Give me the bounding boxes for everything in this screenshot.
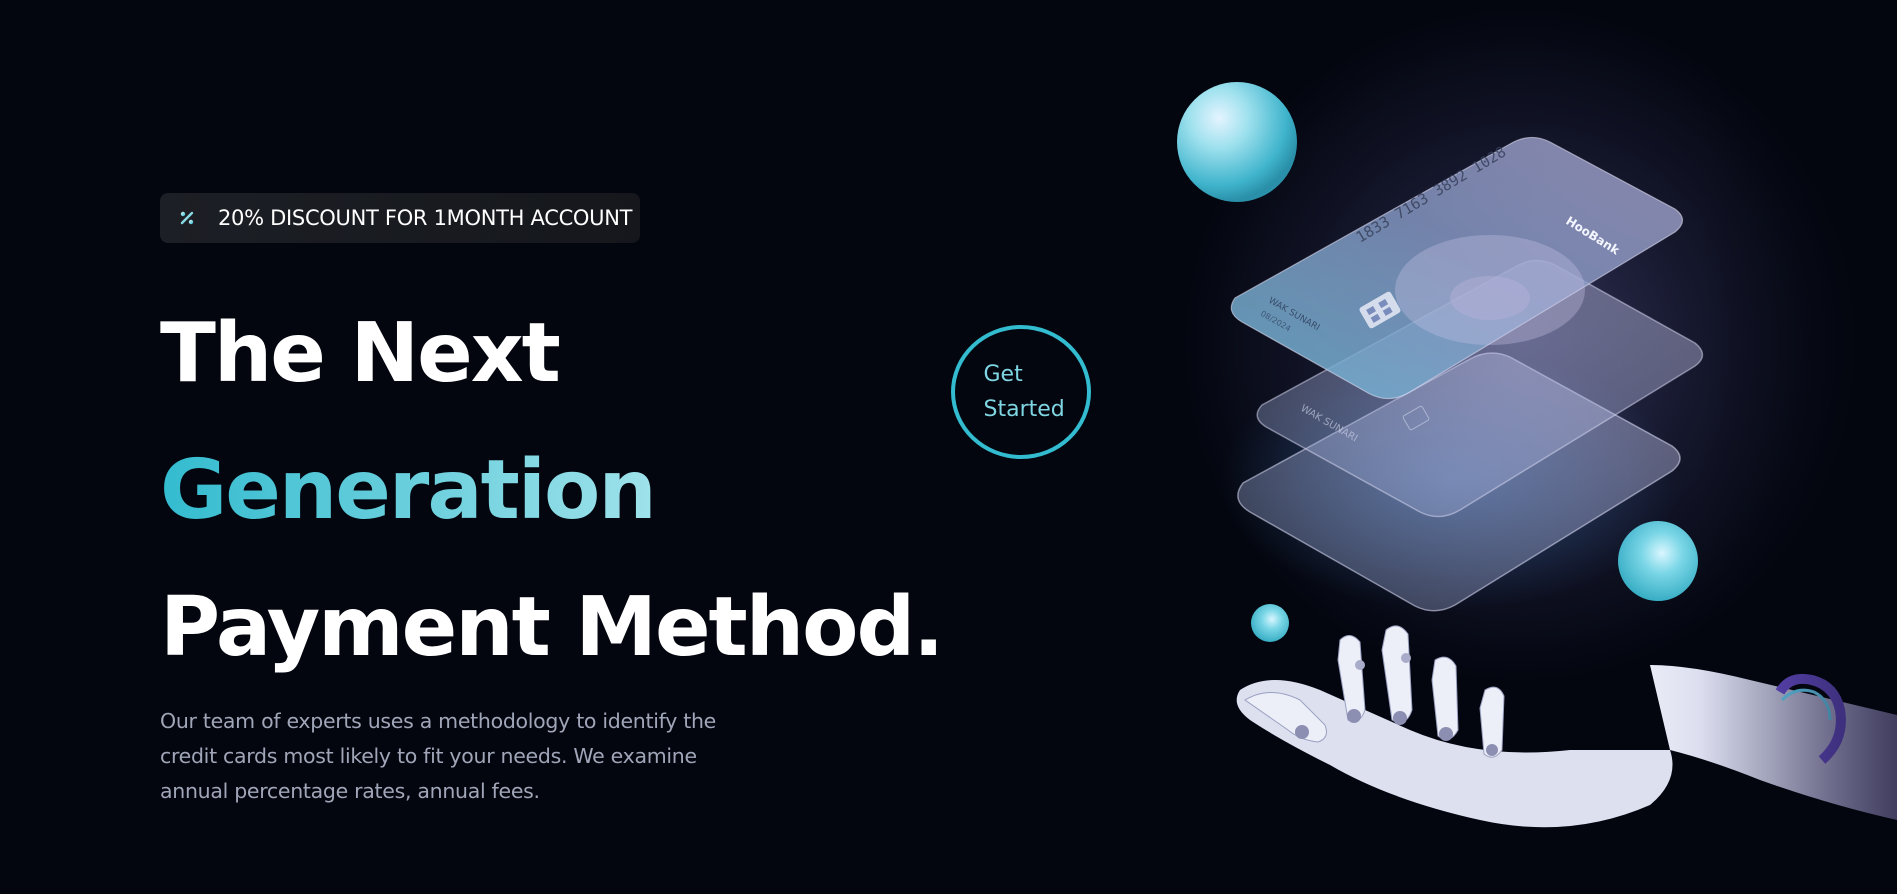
get-started-label: Get Started [983,362,1065,422]
hero-description: Our team of experts uses a methodology t… [160,709,716,803]
sphere-large [1177,82,1297,202]
discount-text: 20% DISCOUNT FOR 1MONTH ACCOUNT [218,206,633,230]
page: 20% DISCOUNT FOR 1MONTH ACCOUNT The Next… [0,0,1897,894]
discount-badge: 20% DISCOUNT FOR 1MONTH ACCOUNT [160,193,640,243]
sphere-small [1251,604,1289,642]
get-started-button[interactable]: Get Started [951,325,1091,459]
headline-line-1: The Next [160,306,561,401]
headline-line-2: Generation [160,422,942,559]
discount-icon [176,207,198,229]
hero-headline: The Next Generation Payment Method. [160,285,944,696]
right-edge-shade [1700,0,1897,894]
headline-line-3: Payment Method. [160,580,944,675]
